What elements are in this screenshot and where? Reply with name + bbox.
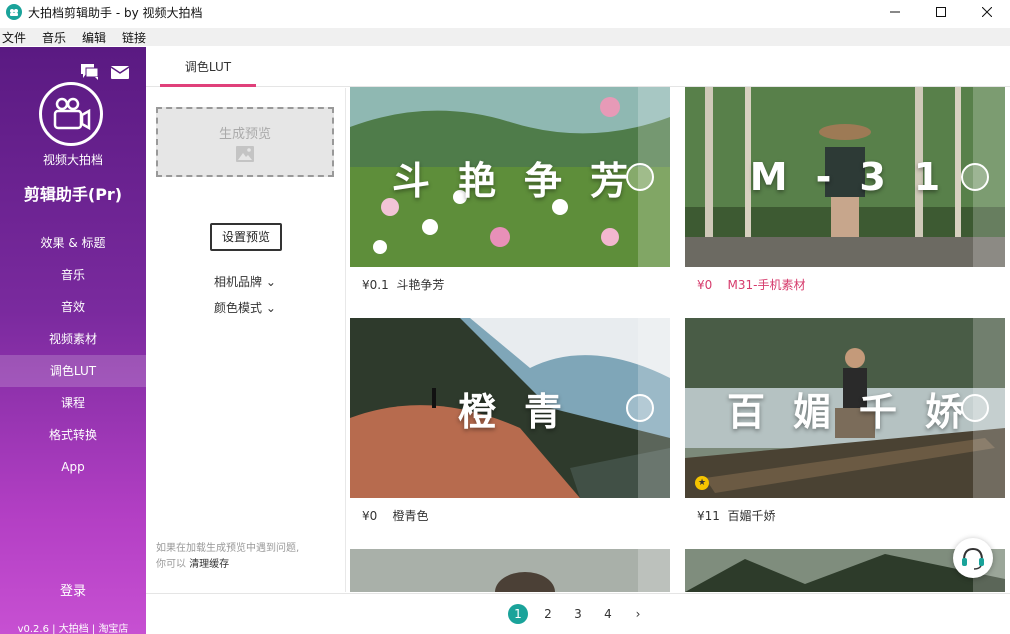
cache-note-prefix: 你可以 [156, 559, 186, 570]
sidebar-nav: 效果 & 标题 音乐 音效 视频素材 调色LUT 课程 格式转换 App [0, 227, 146, 483]
title-bar: 大拍档剪辑助手 - by 视频大拍档 [0, 0, 1010, 24]
minimize-icon [890, 11, 900, 13]
sidebar-item-format-convert[interactable]: 格式转换 [0, 419, 146, 451]
window-title: 大拍档剪辑助手 - by 视频大拍档 [28, 5, 203, 20]
select-radio[interactable] [626, 163, 654, 191]
lut-card[interactable]: 斗艳争芳 ¥0.1 斗艳争芳 [350, 87, 670, 303]
sidebar-item-lut[interactable]: 调色LUT [0, 355, 146, 387]
chat-icon[interactable] [80, 63, 100, 81]
lut-card[interactable]: M-31 ¥0 M31-手机素材 [685, 87, 1005, 303]
lut-overlay-title: 斗艳争芳 [391, 158, 656, 203]
set-preview-button[interactable]: 设置预览 [210, 223, 282, 251]
preview-placeholder-label: 生成预览 [218, 126, 271, 142]
sidebar-item-effects[interactable]: 效果 & 标题 [0, 227, 146, 259]
lut-thumbnail[interactable]: 百媚千娇 ★ [685, 318, 1005, 498]
lut-price: ¥0 [362, 509, 378, 523]
product-name: 剪辑助手(Pr) [23, 185, 123, 204]
shop-link[interactable]: 淘宝店 [98, 624, 128, 634]
lut-price: ¥0.1 [362, 278, 389, 292]
lut-card[interactable]: 橙青 ¥0 橙青色 [350, 318, 670, 534]
lut-caption: ¥0.1 斗艳争芳 [350, 267, 670, 303]
sidebar-item-video-assets[interactable]: 视频素材 [0, 323, 146, 355]
sidebar-footer: v0.2.6 | 大拍档 | 淘宝店 [17, 624, 129, 634]
chevron-down-icon: ⌄ [262, 275, 276, 289]
clear-cache-link[interactable]: 清理缓存 [189, 559, 229, 570]
lut-overlay-title: 橙青 [457, 389, 590, 434]
star-icon: ★ [695, 476, 709, 490]
lut-thumbnail[interactable]: M-31 [685, 87, 1005, 267]
lut-price: ¥11 [697, 509, 720, 523]
tab-lut[interactable]: 调色LUT [160, 47, 256, 87]
cache-note-line1: 如果在加载生成预览中遇到问题, [156, 543, 300, 554]
lut-thumbnail[interactable]: 橙青 [350, 318, 670, 498]
next-page-button[interactable]: › [623, 607, 653, 621]
lut-thumbnail[interactable]: 斗艳争芳 [350, 87, 670, 267]
page-3[interactable]: 3 [563, 607, 593, 621]
menu-edit[interactable]: 编辑 [80, 29, 112, 46]
camera-brand-label: 相机品牌 [214, 275, 263, 289]
lut-overlay-title: M-31 [749, 155, 969, 199]
thumbnail-image [350, 549, 670, 592]
sidebar-item-app[interactable]: App [0, 451, 146, 483]
close-button[interactable] [964, 0, 1010, 24]
lut-caption: ¥0 M31-手机素材 [685, 267, 1005, 303]
app-logo [39, 82, 103, 146]
menu-link[interactable]: 链接 [120, 29, 152, 46]
headset-icon [962, 547, 984, 570]
menu-bar: 文件 音乐 编辑 链接 [0, 28, 1010, 46]
lut-caption: ¥0 橙青色 [350, 498, 670, 534]
camera-brand-dropdown[interactable]: 相机品牌 ⌄ [146, 273, 344, 290]
close-icon [982, 7, 992, 17]
app-logo-icon [6, 4, 22, 20]
page-2[interactable]: 2 [533, 607, 563, 621]
minimize-button[interactable] [872, 0, 918, 24]
tab-bar: 调色LUT [146, 47, 1010, 87]
image-icon [236, 145, 254, 162]
login-link[interactable]: 登录 [0, 580, 146, 599]
video-people-icon [53, 97, 91, 131]
lut-card[interactable]: 百媚千娇 ★ ¥11 百媚千娇 [685, 318, 1005, 534]
maximize-button[interactable] [918, 0, 964, 24]
lut-price: ¥0 [697, 278, 713, 292]
sidebar-item-music[interactable]: 音乐 [0, 259, 146, 291]
lut-caption: ¥11 百媚千娇 [685, 498, 1005, 534]
sidebar-item-sound-effects[interactable]: 音效 [0, 291, 146, 323]
lut-thumbnail[interactable] [350, 549, 670, 592]
select-radio[interactable] [961, 394, 989, 422]
lut-overlay-title: 百媚千娇 [726, 389, 991, 434]
cache-note: 如果在加载生成预览中遇到问题, 你可以 清理缓存 [156, 541, 299, 573]
sidebar: 视频大拍档 剪辑助手(Pr) 效果 & 标题 音乐 音效 视频素材 调色LUT … [0, 47, 146, 634]
select-radio[interactable] [961, 163, 989, 191]
sidebar-item-courses[interactable]: 课程 [0, 387, 146, 419]
lut-card[interactable] [350, 549, 670, 592]
lut-name: 橙青色 [392, 509, 429, 523]
lut-name: 斗艳争芳 [396, 278, 445, 292]
version-label: v0.2.6 [17, 624, 49, 634]
site-link[interactable]: 大拍档 [59, 624, 89, 634]
color-mode-dropdown[interactable]: 颜色模式 ⌄ [146, 299, 344, 316]
lut-name: M31-手机素材 [727, 278, 806, 292]
menu-music[interactable]: 音乐 [40, 29, 72, 46]
select-radio[interactable] [626, 394, 654, 422]
logo-text: 视频大拍档 [42, 153, 103, 167]
lut-grid: 斗艳争芳 ¥0.1 斗艳争芳 M-31 ¥0 M31-手机素材 橙青 ¥0 橙青… [350, 87, 1010, 592]
lut-name: 百媚千娇 [727, 509, 776, 523]
chevron-down-icon: ⌄ [262, 301, 276, 315]
maximize-icon [936, 7, 946, 17]
mail-icon[interactable] [110, 63, 130, 81]
color-mode-label: 颜色模式 [214, 301, 263, 315]
customer-support-button[interactable] [953, 538, 993, 578]
pagination: 1 2 3 4 › [146, 593, 1010, 634]
page-4[interactable]: 4 [593, 607, 623, 621]
menu-file[interactable]: 文件 [0, 29, 32, 46]
preview-dropzone[interactable]: 生成预览 [156, 107, 334, 177]
filter-panel: 生成预览 设置预览 相机品牌 ⌄ 颜色模式 ⌄ 如果在加载生成预览中遇到问题, … [146, 88, 346, 592]
page-1[interactable]: 1 [503, 604, 533, 624]
